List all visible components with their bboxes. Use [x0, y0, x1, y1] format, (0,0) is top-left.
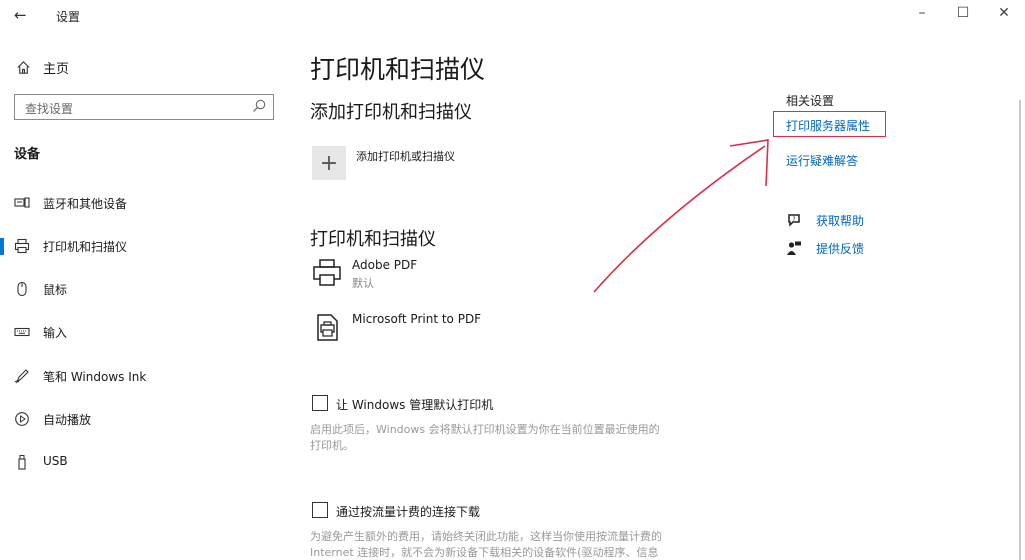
checkbox-label[interactable]: 让 Windows 管理默认打印机	[336, 396, 493, 413]
title-bar: ← 设置 – ☐ ✕	[0, 0, 1025, 30]
sidebar-item-pen[interactable]: 笔和 Windows Ink	[0, 361, 290, 391]
sidebar-item-printers[interactable]: 打印机和扫描仪	[0, 231, 290, 261]
usb-icon	[14, 454, 30, 470]
home-icon	[17, 61, 30, 74]
back-arrow-icon[interactable]: ←	[14, 6, 27, 24]
printer-icon	[313, 259, 341, 286]
maximize-button[interactable]: ☐	[953, 5, 973, 21]
nav-section-devices: 设备	[14, 147, 41, 162]
sidebar-item-label: 蓝牙和其他设备	[43, 197, 128, 211]
search-placeholder: 查找设置	[25, 102, 74, 116]
close-button[interactable]: ✕	[994, 5, 1014, 21]
scrollbar[interactable]	[1019, 100, 1021, 560]
related-settings-heading: 相关设置	[786, 94, 835, 108]
search-icon	[253, 99, 266, 112]
keyboard-icon	[14, 324, 30, 340]
sidebar-item-label: 打印机和扫描仪	[43, 240, 128, 254]
sidebar-item-label: 笔和 Windows Ink	[43, 370, 147, 384]
page-title: 打印机和扫描仪	[310, 55, 486, 84]
manage-default-printer-checkbox[interactable]	[312, 395, 328, 411]
svg-text:?: ?	[792, 216, 795, 223]
get-help-link[interactable]: 获取帮助	[816, 212, 864, 229]
desc-line: 打印机。	[310, 439, 354, 452]
home-label: 主页	[43, 62, 70, 77]
help-chat-icon: ?	[788, 214, 800, 227]
option-description: 启用此项后，Windows 会将默认打印机设置为你在当前位置最近使用的 打印机。	[310, 422, 730, 454]
selection-indicator	[0, 238, 4, 255]
autoplay-icon	[14, 411, 30, 427]
sidebar-item-label: USB	[43, 454, 68, 468]
search-input[interactable]: 查找设置	[14, 94, 274, 120]
printer-icon	[14, 238, 30, 254]
mouse-icon	[14, 281, 30, 297]
desc-line: Internet 连接时，就不会为新设备下载相关的设备软件(驱动程序、信息	[310, 546, 659, 559]
run-troubleshooter-link[interactable]: 运行疑难解答	[786, 152, 858, 169]
add-section-title: 添加打印机和扫描仪	[310, 102, 472, 123]
window-title: 设置	[56, 10, 81, 24]
printers-section-title: 打印机和扫描仪	[310, 229, 436, 250]
checkbox-label[interactable]: 通过按流量计费的连接下载	[336, 503, 480, 520]
sidebar-item-label: 鼠标	[43, 283, 68, 297]
printer-name: Microsoft Print to PDF	[352, 312, 482, 326]
sidebar-item-bluetooth[interactable]: 蓝牙和其他设备	[0, 188, 290, 218]
sidebar-item-typing[interactable]: 输入	[0, 317, 290, 347]
sidebar-item-label: 输入	[43, 326, 68, 340]
desc-line: 启用此项后，Windows 会将默认打印机设置为你在当前位置最近使用的	[310, 423, 660, 436]
feedback-person-icon	[787, 241, 801, 255]
home-nav-item[interactable]: 主页	[16, 58, 69, 77]
pen-icon	[14, 368, 30, 384]
keyboard-phone-icon	[14, 195, 30, 211]
annotation-highlight-box	[773, 111, 886, 137]
give-feedback-link[interactable]: 提供反馈	[816, 240, 864, 257]
minimize-button[interactable]: –	[912, 5, 932, 21]
desc-line: 为避免产生额外的费用，请始终关闭此功能，这样当你使用按流量计费的	[310, 530, 662, 543]
printer-name: Adobe PDF	[352, 258, 418, 272]
pdf-printer-icon	[317, 314, 338, 341]
sidebar-item-label: 自动播放	[43, 413, 92, 427]
option-description: 为避免产生额外的费用，请始终关闭此功能，这样当你使用按流量计费的 Interne…	[310, 529, 730, 560]
sidebar-item-autoplay[interactable]: 自动播放	[0, 404, 290, 434]
printer-status: 默认	[352, 277, 374, 290]
metered-download-checkbox[interactable]	[312, 502, 328, 518]
sidebar-item-mouse[interactable]: 鼠标	[0, 274, 290, 304]
sidebar-item-usb[interactable]: USB	[0, 447, 290, 477]
add-printer-label[interactable]: 添加打印机或扫描仪	[356, 148, 455, 164]
add-printer-button[interactable]: +	[312, 146, 346, 180]
plus-icon: +	[319, 150, 339, 176]
